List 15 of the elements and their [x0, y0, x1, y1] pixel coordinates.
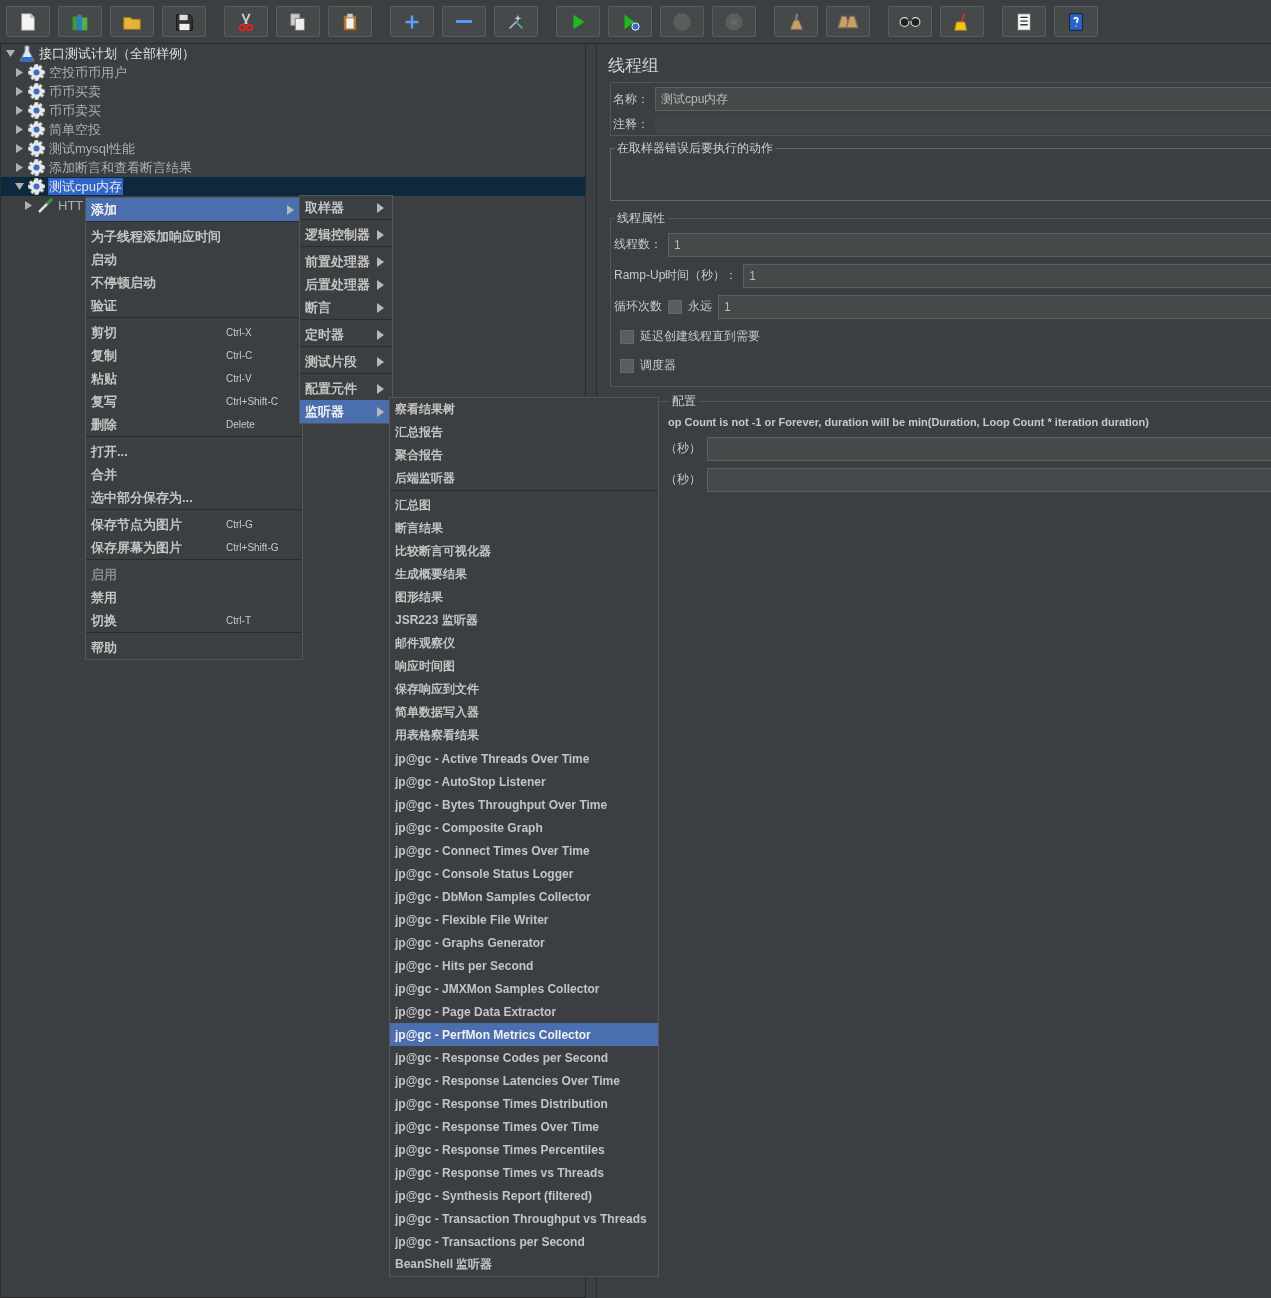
checkbox-label: 永远 — [688, 298, 712, 315]
panel-title: 线程组 — [608, 55, 660, 77]
checkbox-label: 延迟创建线程直到需要 — [640, 328, 760, 345]
hint-text: op Count is not -1 or Forever, duration will be min(Duration, Loop Count * iteration duration) — [667, 415, 1150, 430]
field-label: Ramp-Up时间（秒）： — [614, 267, 738, 284]
field-label: 线程数： — [614, 236, 662, 253]
group-title: 线程属性 — [615, 210, 667, 226]
group-title: 在取样器错误后要执行的动作 — [615, 140, 775, 156]
field-label: 循环次数 — [614, 298, 662, 315]
field-label: 注释： — [613, 115, 649, 133]
field-label: （秒） — [665, 471, 701, 488]
field-label: 名称： — [613, 90, 649, 108]
group-title: 配置 — [670, 393, 698, 409]
field-label: （秒） — [665, 440, 701, 457]
checkbox-label: 调度器 — [640, 357, 676, 374]
